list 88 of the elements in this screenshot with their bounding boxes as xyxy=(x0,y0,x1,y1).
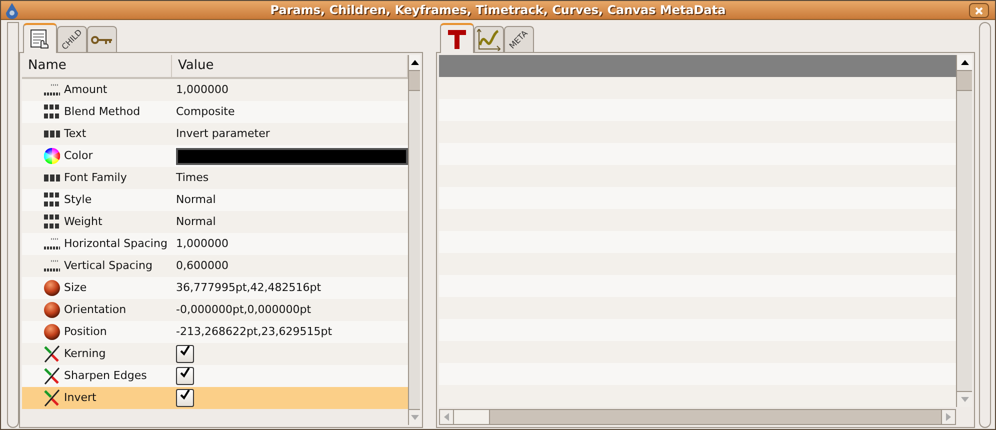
param-value: 1,000000 xyxy=(176,236,228,252)
param-name: Position xyxy=(63,324,108,340)
checkmark-icon xyxy=(179,368,191,380)
on-off-icon xyxy=(44,389,60,407)
param-name: Invert xyxy=(63,390,98,406)
param-row[interactable]: Color xyxy=(22,145,408,167)
param-name: Font Family xyxy=(63,170,128,186)
sphere-icon xyxy=(44,324,60,340)
left-arrow-icon[interactable] xyxy=(444,413,449,421)
string-icon xyxy=(43,130,61,138)
integer-icon xyxy=(43,103,61,121)
on-off-icon xyxy=(44,367,60,385)
app-logo-icon xyxy=(6,3,18,19)
param-name: Weight xyxy=(63,214,104,230)
param-row[interactable]: Font Family Times xyxy=(22,167,408,189)
key-icon xyxy=(91,34,113,44)
letter-t-icon xyxy=(448,29,466,49)
param-row[interactable]: Blend Method Composite xyxy=(22,101,408,123)
color-wheel-icon xyxy=(44,148,60,164)
close-button[interactable] xyxy=(969,3,989,18)
curve-graph-icon xyxy=(477,28,501,50)
checkmark-icon xyxy=(179,390,191,402)
param-value: Normal xyxy=(176,192,216,208)
list-hand-icon xyxy=(30,29,50,49)
vertical-scrollbar[interactable] xyxy=(956,55,972,407)
real-number-icon xyxy=(43,236,61,252)
right-arrow-icon[interactable] xyxy=(946,413,951,421)
param-row[interactable]: Position -213,268622pt,23,629515pt xyxy=(22,321,408,343)
color-swatch[interactable] xyxy=(176,148,408,164)
param-row[interactable]: Invert xyxy=(22,387,408,409)
checkbox[interactable] xyxy=(176,367,194,385)
scroll-thumb[interactable] xyxy=(409,71,420,91)
up-arrow-icon[interactable] xyxy=(960,60,968,65)
down-arrow-icon[interactable] xyxy=(410,415,418,420)
param-value: -213,268622pt,23,629515pt xyxy=(176,324,332,340)
integer-icon xyxy=(43,213,61,231)
up-arrow-icon[interactable] xyxy=(410,60,418,65)
param-name: Vertical Spacing xyxy=(63,258,154,274)
tab[interactable] xyxy=(23,23,57,53)
integer-icon xyxy=(43,191,61,209)
param-row[interactable]: Text Invert parameter xyxy=(22,123,408,145)
real-number-icon xyxy=(43,82,61,98)
param-name: Text xyxy=(63,126,88,142)
real-number-icon xyxy=(43,258,61,274)
param-name: Sharpen Edges xyxy=(63,368,148,384)
column-header[interactable]: Name xyxy=(22,55,172,77)
param-row[interactable]: Size 36,777995pt,42,482516pt xyxy=(22,277,408,299)
param-row[interactable]: Sharpen Edges xyxy=(22,365,408,387)
string-icon xyxy=(43,174,61,182)
param-row[interactable]: Horizontal Spacing 1,000000 xyxy=(22,233,408,255)
down-arrow-icon[interactable] xyxy=(960,397,968,402)
close-icon xyxy=(975,6,983,14)
param-value: 0,600000 xyxy=(176,258,228,274)
window-title: Params, Children, Keyframes, Timetrack, Curves, Canvas MetaData xyxy=(270,2,726,19)
param-name: Blend Method xyxy=(63,104,142,120)
vertical-scrollbar[interactable] xyxy=(408,55,420,425)
param-value: 36,777995pt,42,482516pt xyxy=(176,280,322,296)
param-row[interactable]: Kerning xyxy=(22,343,408,365)
checkbox[interactable] xyxy=(176,345,194,363)
param-value: Times xyxy=(176,170,209,186)
param-value: -0,000000pt,0,000000pt xyxy=(176,302,312,318)
param-value: Invert parameter xyxy=(176,126,270,142)
param-row[interactable]: Weight Normal xyxy=(22,211,408,233)
param-row[interactable]: Amount 1,000000 xyxy=(22,79,408,101)
param-name: Horizontal Spacing xyxy=(63,236,168,252)
horizontal-scrollbar[interactable] xyxy=(439,409,956,425)
pane-handle[interactable] xyxy=(979,22,991,428)
param-name: Kerning xyxy=(63,346,107,362)
param-name: Color xyxy=(63,148,94,164)
checkbox[interactable] xyxy=(176,389,194,407)
param-name: Style xyxy=(63,192,93,208)
on-off-icon xyxy=(44,345,60,363)
param-value: 1,000000 xyxy=(176,82,228,98)
param-value: Composite xyxy=(176,104,235,120)
checkmark-icon xyxy=(179,346,191,358)
param-row[interactable]: Style Normal xyxy=(22,189,408,211)
sphere-icon xyxy=(44,302,60,318)
param-name: Orientation xyxy=(63,302,128,318)
param-name: Size xyxy=(63,280,88,296)
sphere-icon xyxy=(44,280,60,296)
param-row[interactable]: Orientation -0,000000pt,0,000000pt xyxy=(22,299,408,321)
pane-handle[interactable] xyxy=(7,22,19,428)
param-row[interactable]: Vertical Spacing 0,600000 xyxy=(22,255,408,277)
scroll-thumb[interactable] xyxy=(957,71,972,91)
tab[interactable] xyxy=(440,23,474,53)
scroll-thumb[interactable] xyxy=(454,410,490,424)
param-value: Normal xyxy=(176,214,216,230)
param-name: Amount xyxy=(63,82,108,98)
